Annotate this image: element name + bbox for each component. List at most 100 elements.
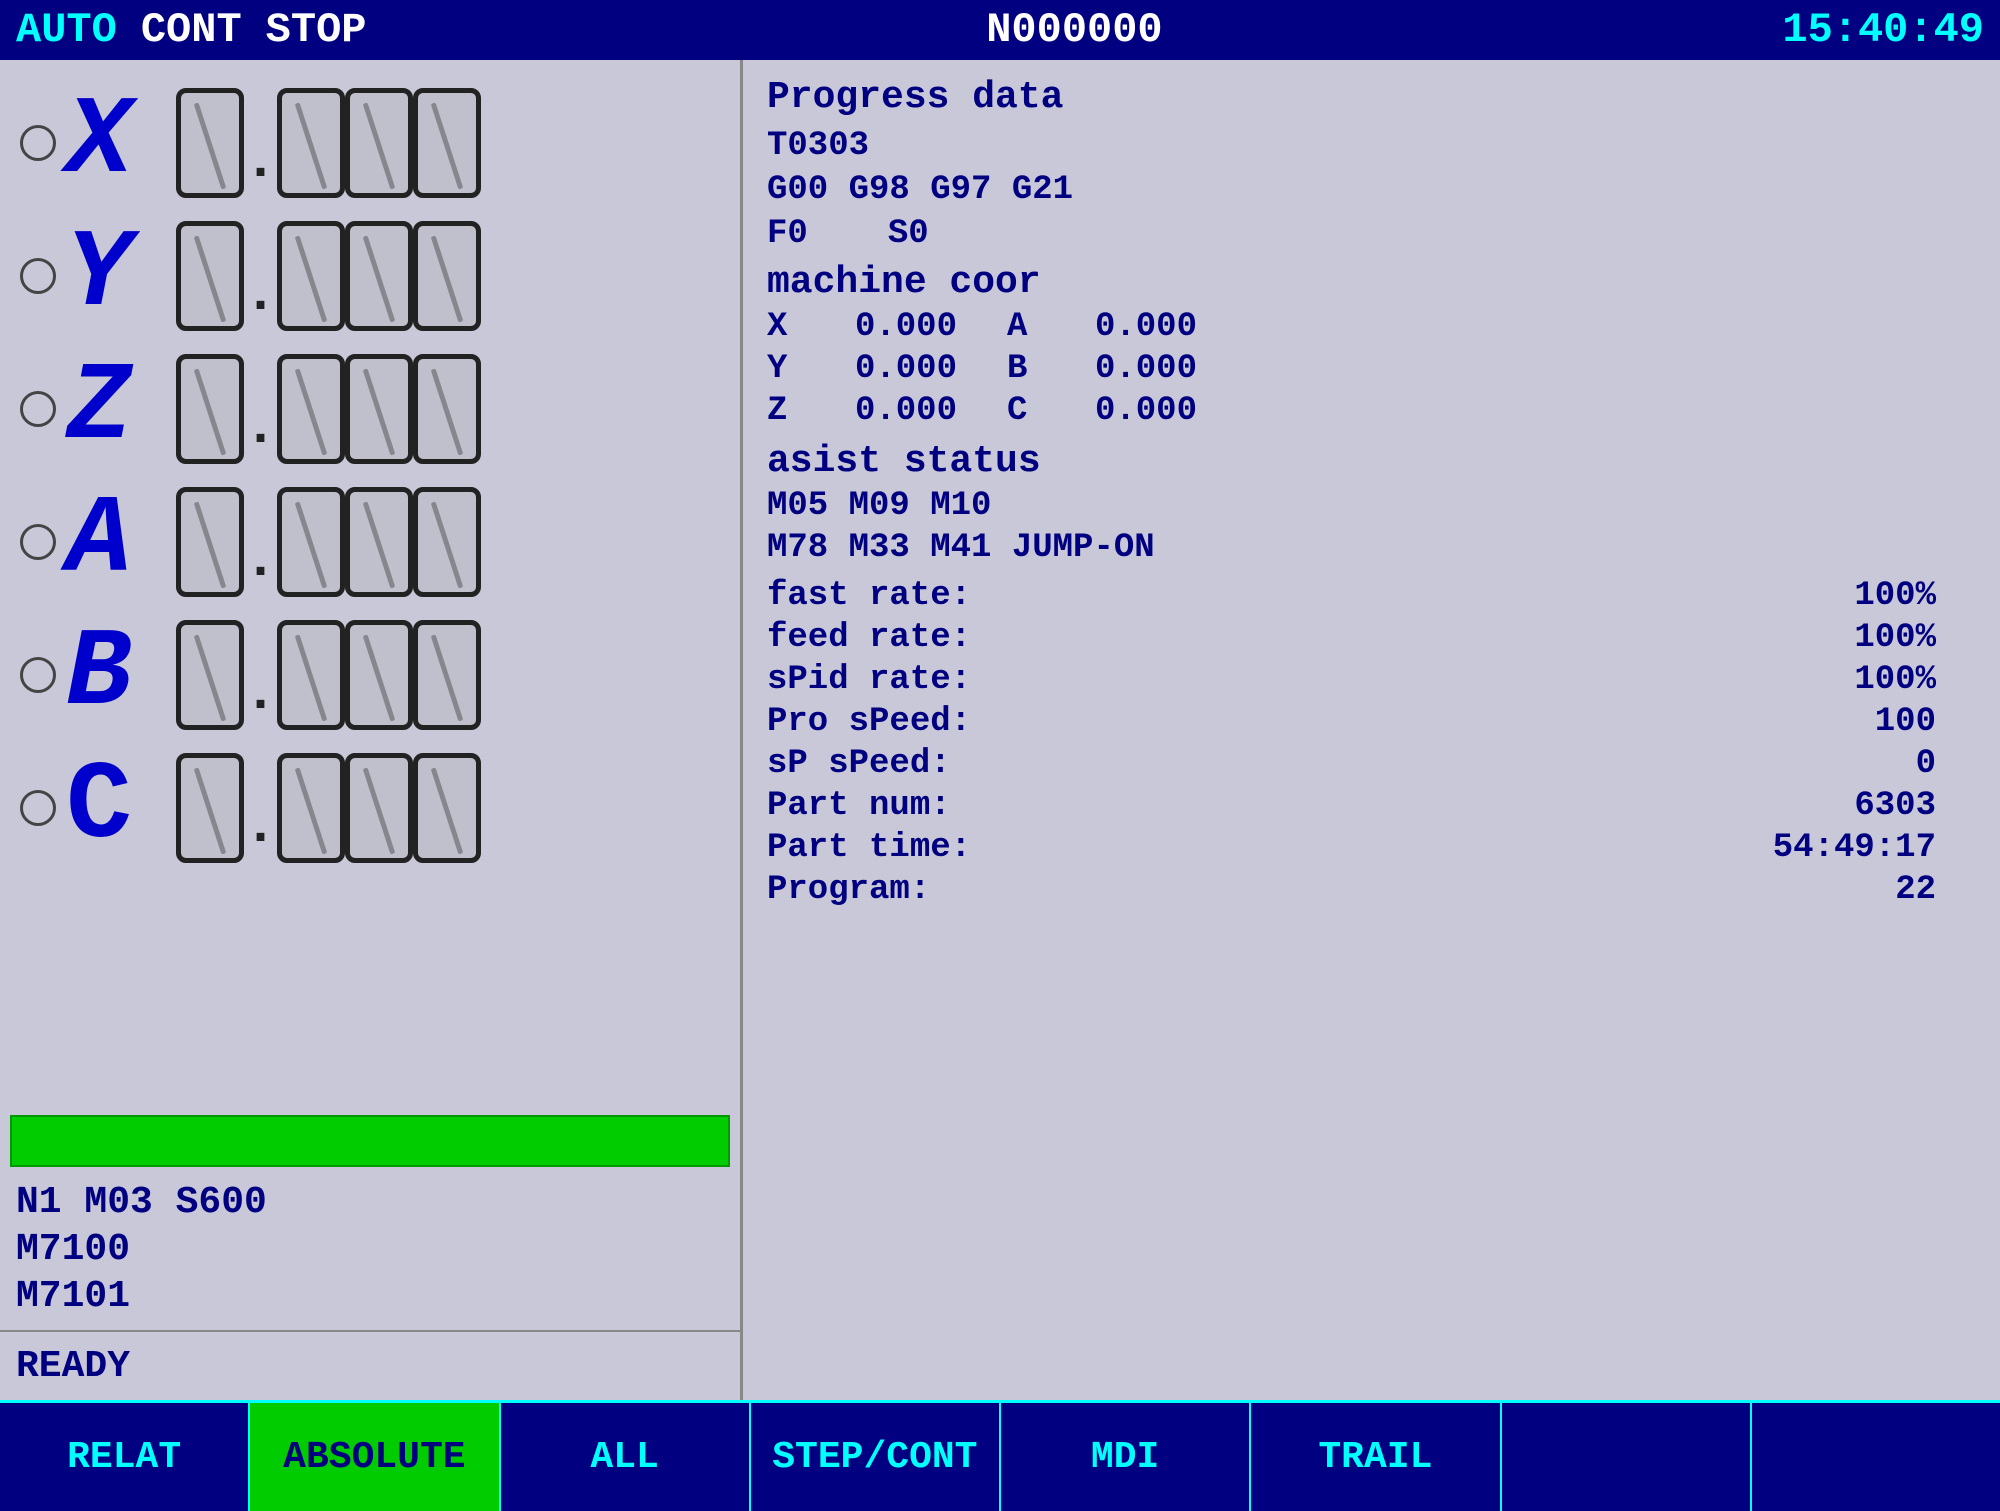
dot-x: . [244,80,277,205]
coord-a-value: 0.000 [1077,308,1197,346]
coord-x-label: X [767,308,827,346]
gcode-row: G00 G98 G97 G21 [767,171,1976,209]
left-panel: X . Y . [0,60,740,1400]
program-row: Program: 22 [767,871,1976,909]
digit-c-4 [413,753,481,863]
stop-label: STOP [266,6,367,54]
coord-a-label: A [1007,308,1067,346]
code-lines: N1 M03 S600 M7100 M7101 [0,1173,740,1330]
part-time-label: Part time: [767,829,971,867]
cont-label: CONT [141,6,242,54]
axis-circle-y [20,258,56,294]
assist-status-title: asist status [767,440,1976,483]
part-num-label: Part num: [767,787,951,825]
program-value: 22 [1895,871,1936,909]
digit-c-1 [176,753,244,863]
axis-row-c: C . [20,745,720,870]
digit-x-1 [176,88,244,198]
dot-c: . [244,745,277,870]
progress-data-title: Progress data [767,76,1976,119]
status-text: READY [16,1345,130,1388]
pro-speed-row: Pro sPeed: 100 [767,703,1976,741]
axis-letter-x: X [66,88,176,198]
bottom-tabs: RELAT ABSOLUTE ALL STEP/CONT MDI TRAIL [0,1400,2000,1511]
tool-row: T0303 [767,127,1976,165]
axis-row-y: Y . [20,213,720,338]
tab-mdi[interactable]: MDI [1001,1403,1251,1511]
program-number: N000000 [986,6,1162,54]
digit-b-4 [413,620,481,730]
axis-letter-y: Y [66,221,176,331]
clock: 15:40:49 [1782,6,1984,54]
axis-row-b: B . [20,612,720,737]
axis-row-z: Z . [20,346,720,471]
coord-z-label: Z [767,392,827,430]
coord-c-value: 0.000 [1077,392,1197,430]
digit-y-2 [277,221,345,331]
tab-all[interactable]: ALL [501,1403,751,1511]
axis-row-x: X . [20,80,720,205]
digit-a-1 [176,487,244,597]
digit-z-3 [345,354,413,464]
axis-circle-c [20,790,56,826]
tab-trail[interactable]: TRAIL [1251,1403,1501,1511]
auto-label: AUTO [16,6,117,54]
coord-row-x: X 0.000 A 0.000 [767,308,1976,346]
f-label: F0 [767,215,808,253]
tab-empty-2[interactable] [1752,1403,2000,1511]
digit-row-b: . [176,612,481,737]
coord-y-value: 0.000 [837,350,957,388]
spid-rate-row: sPid rate: 100% [767,661,1976,699]
gcode-values: G00 G98 G97 G21 [767,171,1073,209]
spid-rate-value: 100% [1854,661,1936,699]
tool-value: T0303 [767,127,869,165]
digit-x-3 [345,88,413,198]
progress-bar-container [10,1115,730,1167]
top-bar: AUTO CONT STOP N000000 15:40:49 [0,0,2000,60]
part-num-row: Part num: 6303 [767,787,1976,825]
axis-letter-z: Z [66,354,176,464]
code-line-1: N1 M03 S600 [16,1181,724,1224]
dot-a: . [244,479,277,604]
pro-speed-label: Pro sPeed: [767,703,971,741]
sp-speed-row: sP sPeed: 0 [767,745,1976,783]
s-label: S0 [888,215,929,253]
axis-letter-b: B [66,620,176,730]
sp-speed-label: sP sPeed: [767,745,951,783]
axis-letter-a: A [66,487,176,597]
feed-rate-row: feed rate: 100% [767,619,1976,657]
axis-row-a: A . [20,479,720,604]
spid-rate-label: sPid rate: [767,661,971,699]
digit-row-c: . [176,745,481,870]
part-time-value: 54:49:17 [1773,829,1936,867]
axis-circle-z [20,391,56,427]
m-codes-1: M05 M09 M10 [767,487,1976,525]
tab-step-cont[interactable]: STEP/CONT [751,1403,1001,1511]
digit-c-2 [277,753,345,863]
digit-z-4 [413,354,481,464]
digit-b-1 [176,620,244,730]
fast-rate-label: fast rate: [767,577,971,615]
dot-z: . [244,346,277,471]
axis-circle-b [20,657,56,693]
coord-row-z: Z 0.000 C 0.000 [767,392,1976,430]
tab-relat[interactable]: RELAT [0,1403,250,1511]
tab-absolute[interactable]: ABSOLUTE [250,1403,500,1511]
dot-y: . [244,213,277,338]
digit-row-a: . [176,479,481,604]
main-area: X . Y . [0,60,2000,1400]
digit-b-3 [345,620,413,730]
digit-y-4 [413,221,481,331]
digit-row-y: . [176,213,481,338]
pro-speed-value: 100 [1875,703,1936,741]
sp-speed-value: 0 [1916,745,1936,783]
right-panel: Progress data T0303 G00 G98 G97 G21 F0 S… [740,60,2000,1400]
coord-row-y: Y 0.000 B 0.000 [767,350,1976,388]
digit-z-1 [176,354,244,464]
coord-c-label: C [1007,392,1067,430]
fast-rate-row: fast rate: 100% [767,577,1976,615]
coord-y-label: Y [767,350,827,388]
axis-display: X . Y . [0,70,740,1105]
tab-empty-1[interactable] [1502,1403,1752,1511]
progress-bar [10,1115,730,1167]
